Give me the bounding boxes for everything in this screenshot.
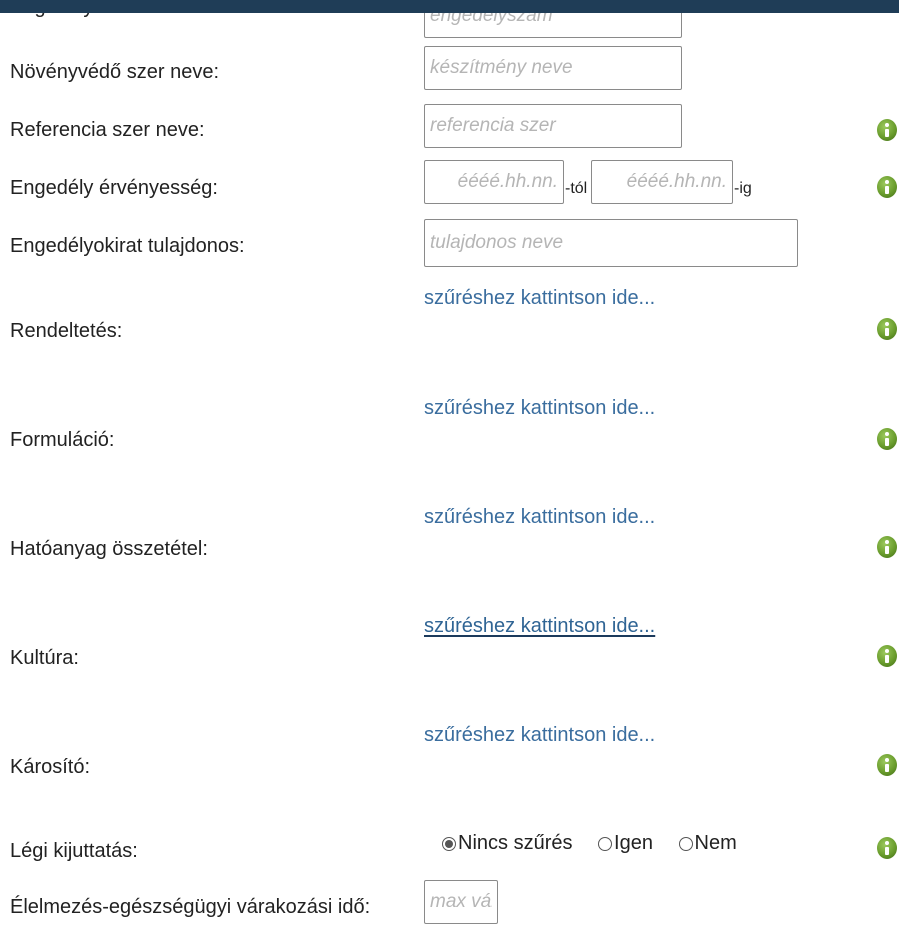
holder-input[interactable] [424, 219, 798, 267]
validity-from-suffix: -tól [565, 180, 588, 197]
crop-label: Kultúra: [10, 647, 79, 669]
reference-product-label: Referencia szer neve: [10, 119, 205, 141]
info-icon[interactable] [877, 837, 897, 859]
validity-label: Engedély érvényesség: [10, 177, 218, 199]
radio-yes-label: Igen [614, 832, 653, 854]
product-name-label: Növényvédő szer neve: [10, 61, 220, 83]
radio-yes[interactable]: Igen [598, 832, 653, 855]
crop-filter-link[interactable]: szűréshez kattintson ide... [424, 615, 655, 638]
validity-from-input[interactable] [424, 160, 564, 204]
formulation-label: Formuláció: [10, 429, 115, 451]
info-icon[interactable] [877, 176, 897, 198]
purpose-filter-link[interactable]: szűréshez kattintson ide... [424, 287, 655, 310]
purpose-label: Rendeltetés: [10, 320, 123, 342]
formulation-filter-link[interactable]: szűréshez kattintson ide... [424, 397, 655, 420]
info-icon[interactable] [877, 119, 897, 141]
radio-button[interactable] [598, 836, 613, 851]
active-ingredient-filter-link[interactable]: szűréshez kattintson ide... [424, 506, 655, 529]
validity-to-suffix: -ig [734, 180, 752, 197]
info-icon[interactable] [877, 428, 897, 450]
radio-no-label: Nem [694, 832, 737, 854]
reference-product-input[interactable] [424, 104, 682, 148]
validity-to-input[interactable] [591, 160, 733, 204]
pest-filter-link[interactable]: szűréshez kattintson ide... [424, 724, 655, 747]
radio-no-filter[interactable]: Nincs szűrés [442, 832, 572, 855]
aerial-radio-group: Nincs szűrés Igen Nem [442, 832, 757, 857]
waiting-period-input[interactable] [424, 880, 498, 924]
radio-button[interactable] [678, 836, 693, 851]
info-icon[interactable] [877, 318, 897, 340]
aerial-label: Légi kijuttatás: [10, 840, 138, 862]
waiting-period-label: Élelmezés-egészségügyi várakozási idő: [10, 896, 371, 918]
info-icon[interactable] [877, 645, 897, 667]
radio-button-checked[interactable] [442, 836, 456, 851]
radio-no[interactable]: Nem [678, 832, 737, 855]
holder-label: Engedélyokirat tulajdonos: [10, 235, 245, 257]
pest-label: Károsító: [10, 756, 91, 778]
product-name-input[interactable] [424, 46, 682, 90]
radio-no-filter-label: Nincs szűrés [458, 832, 573, 854]
info-icon[interactable] [877, 754, 897, 776]
active-ingredient-label: Hatóanyag összetétel: [10, 538, 208, 560]
info-icon[interactable] [877, 536, 897, 558]
top-header-bar [0, 0, 899, 13]
